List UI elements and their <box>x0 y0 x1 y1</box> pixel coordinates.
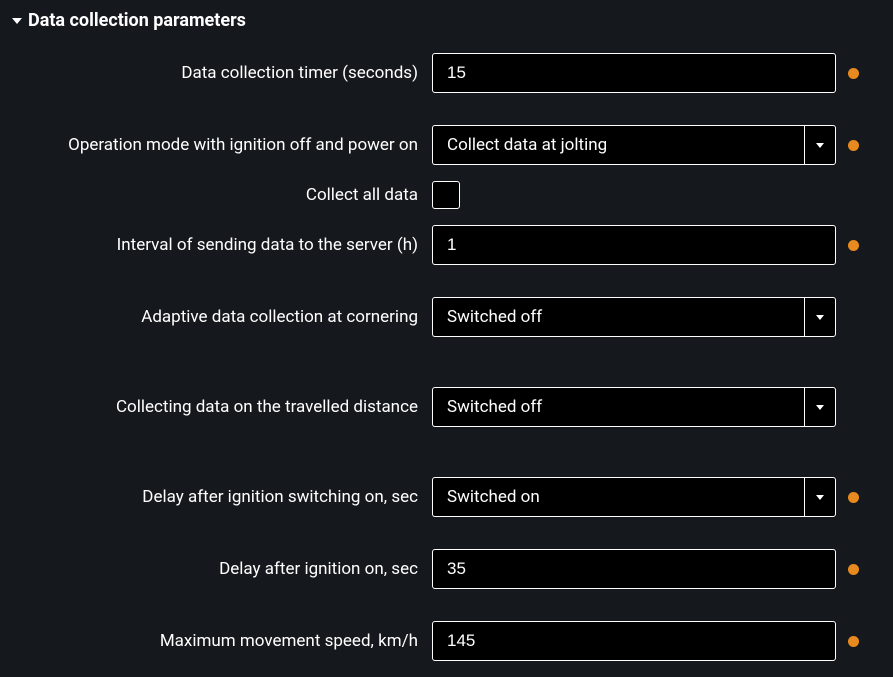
chevron-down-icon <box>816 495 824 500</box>
select-toggle-travelled-distance[interactable] <box>804 387 836 427</box>
label-max-speed: Maximum movement speed, km/h <box>0 631 432 651</box>
select-toggle-adaptive[interactable] <box>804 297 836 337</box>
row-max-speed: Maximum movement speed, km/h <box>0 597 893 669</box>
row-delay-after: Delay after ignition on, sec <box>0 525 893 597</box>
select-toggle-delay-switching[interactable] <box>804 477 836 517</box>
label-travelled-distance: Collecting data on the travelled distanc… <box>0 397 432 417</box>
chevron-down-icon <box>816 143 824 148</box>
indicator-dot-icon <box>848 68 859 79</box>
label-delay-after: Delay after ignition on, sec <box>0 559 432 579</box>
select-delay-switching[interactable]: Switched on <box>432 477 836 517</box>
label-timer: Data collection timer (seconds) <box>0 63 432 83</box>
select-value-adaptive: Switched off <box>432 297 804 337</box>
label-collect-all: Collect all data <box>0 185 432 205</box>
select-travelled-distance[interactable]: Switched off <box>432 387 836 427</box>
select-toggle-operation-mode[interactable] <box>804 125 836 165</box>
input-delay-after[interactable] <box>432 549 836 589</box>
input-timer[interactable] <box>432 53 836 93</box>
row-timer: Data collection timer (seconds) <box>0 45 893 101</box>
label-interval: Interval of sending data to the server (… <box>0 235 432 255</box>
section-title: Data collection parameters <box>28 10 246 31</box>
indicator-dot-icon <box>848 240 859 251</box>
chevron-down-icon <box>816 405 824 410</box>
section-header[interactable]: Data collection parameters <box>0 8 893 45</box>
input-interval[interactable] <box>432 225 836 265</box>
select-value-delay-switching: Switched on <box>432 477 804 517</box>
row-travelled-distance: Collecting data on the travelled distanc… <box>0 345 893 435</box>
caret-down-icon <box>12 18 22 24</box>
row-operation-mode: Operation mode with ignition off and pow… <box>0 101 893 173</box>
label-operation-mode: Operation mode with ignition off and pow… <box>0 135 432 155</box>
checkbox-collect-all[interactable] <box>432 181 460 209</box>
row-interval: Interval of sending data to the server (… <box>0 217 893 273</box>
indicator-dot-icon <box>848 492 859 503</box>
select-value-operation-mode: Collect data at jolting <box>432 125 804 165</box>
chevron-down-icon <box>816 315 824 320</box>
label-adaptive: Adaptive data collection at cornering <box>0 307 432 327</box>
row-adaptive: Adaptive data collection at cornering Sw… <box>0 273 893 345</box>
indicator-dot-icon <box>848 636 859 647</box>
row-collect-all: Collect all data <box>0 173 893 217</box>
indicator-dot-icon <box>848 564 859 575</box>
select-adaptive[interactable]: Switched off <box>432 297 836 337</box>
row-delay-switching: Delay after ignition switching on, sec S… <box>0 435 893 525</box>
label-delay-switching: Delay after ignition switching on, sec <box>0 487 432 507</box>
select-value-travelled-distance: Switched off <box>432 387 804 427</box>
indicator-dot-icon <box>848 140 859 151</box>
select-operation-mode[interactable]: Collect data at jolting <box>432 125 836 165</box>
input-max-speed[interactable] <box>432 621 836 661</box>
